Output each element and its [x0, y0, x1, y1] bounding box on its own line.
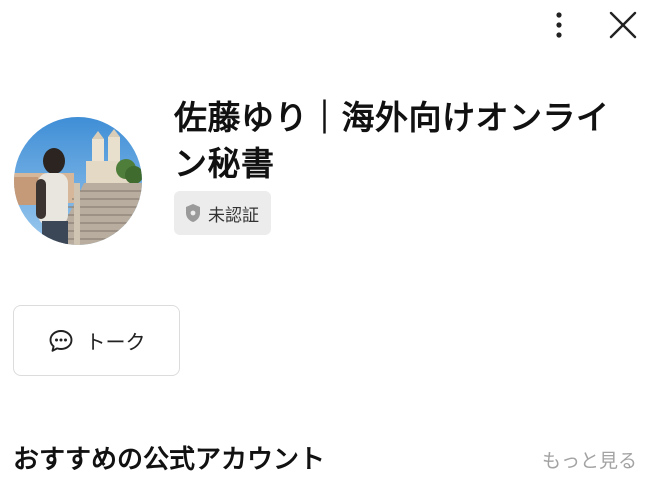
talk-button[interactable]: トーク	[13, 305, 180, 376]
see-more-link[interactable]: もっと見る	[542, 448, 637, 474]
chat-bubble-icon	[49, 329, 72, 352]
profile-page: 佐藤ゆり｜海外向けオンライン秘書 未認証 トーク おすすめの公式アカウント もっ…	[0, 0, 650, 477]
badge-label: 未認証	[208, 205, 259, 226]
profile-name: 佐藤ゆり｜海外向けオンライン秘書	[174, 98, 610, 183]
profile-photo	[14, 117, 142, 245]
shield-icon	[186, 204, 200, 222]
close-icon	[609, 11, 637, 39]
recommended-section-title: おすすめの公式アカウント	[13, 445, 326, 475]
avatar[interactable]	[14, 117, 142, 245]
talk-button-label: トーク	[85, 330, 146, 354]
close-button[interactable]	[606, 8, 640, 42]
vertical-ellipsis-icon	[556, 12, 562, 38]
top-actions	[542, 8, 640, 42]
more-options-button[interactable]	[542, 8, 576, 42]
verification-badge: 未認証	[174, 191, 271, 235]
